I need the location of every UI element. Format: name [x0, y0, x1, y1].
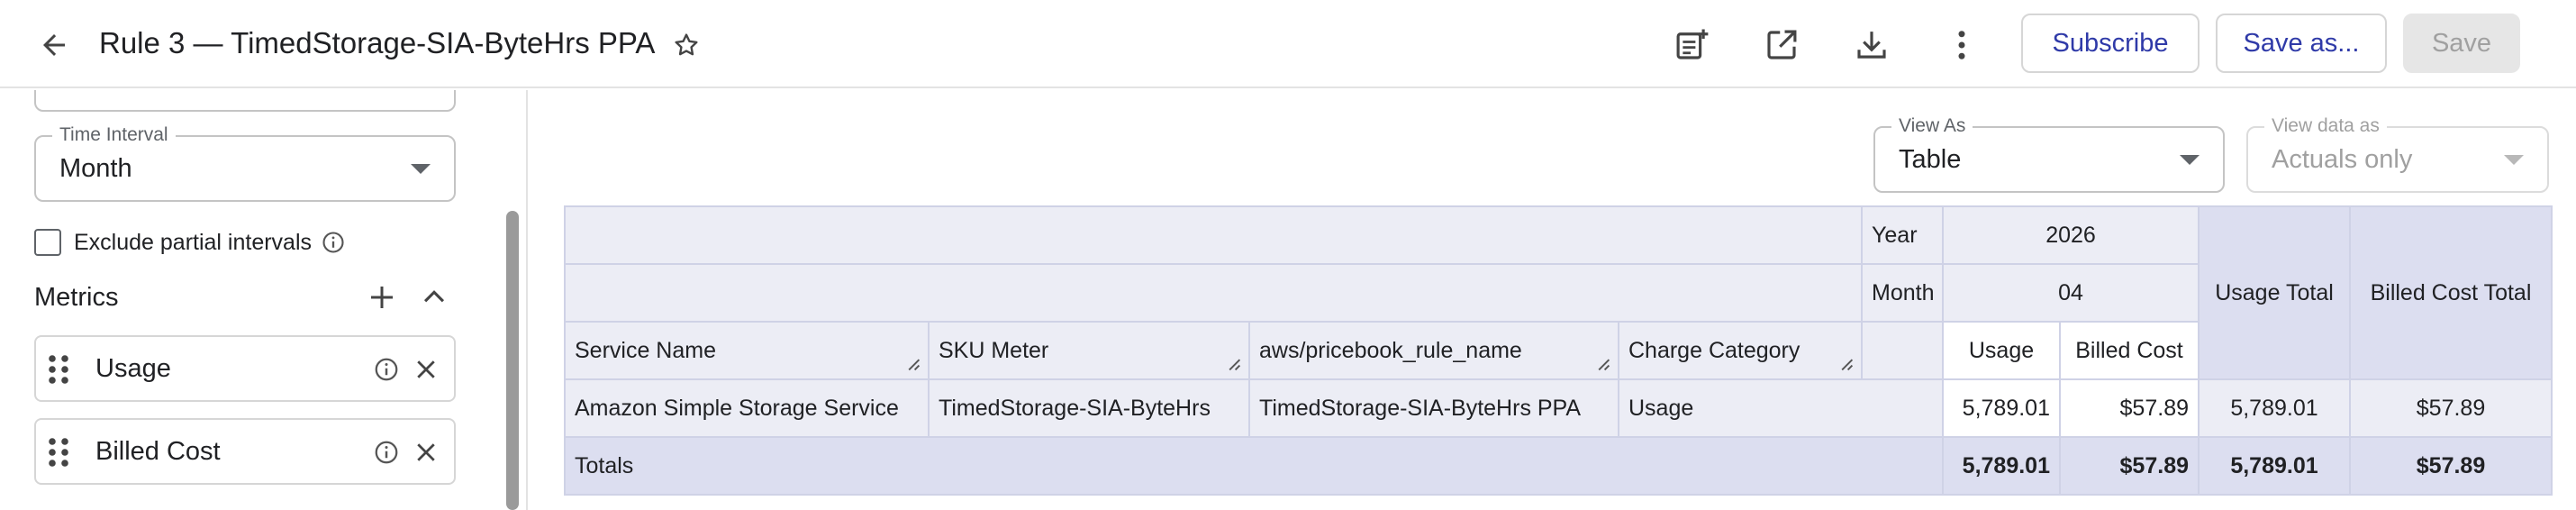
year-label: Year [1861, 205, 1944, 265]
column-header-charge-category[interactable]: Charge Category [1618, 321, 1863, 380]
drag-handle-icon[interactable] [47, 353, 70, 386]
column-header-label: aws/pricebook_rule_name [1259, 337, 1522, 363]
column-header-label: Charge Category [1628, 337, 1800, 363]
total-billed-cost-total: $57.89 [2349, 436, 2553, 496]
metric-header-usage: Usage [1942, 321, 2061, 380]
metrics-title: Metrics [34, 283, 119, 312]
chevron-up-icon [423, 290, 445, 303]
time-interval-select[interactable]: Time Interval Month [34, 124, 456, 202]
totals-row: Totals 5,789.01 $57.89 5,789.01 $57.89 [564, 436, 2553, 496]
add-metric-button[interactable] [360, 276, 404, 319]
favorite-button[interactable] [667, 25, 706, 65]
note-add-icon [1676, 29, 1709, 59]
cell-charge-category: Usage [1618, 378, 1944, 438]
pivot-table: Year 2026 Usage Total Billed Cost Total … [564, 205, 2553, 496]
totals-label: Totals [564, 436, 1944, 496]
info-icon[interactable] [321, 230, 346, 255]
total-billed-cost: $57.89 [2059, 436, 2200, 496]
page-title: Rule 3 — TimedStorage-SIA-ByteHrs PPA [99, 26, 656, 59]
metric-label: Usage [95, 353, 171, 383]
arrow-left-icon [43, 34, 65, 56]
more-options-button[interactable] [1937, 20, 1987, 70]
panel-scrollbar[interactable] [506, 211, 519, 510]
download-icon [1857, 32, 1886, 59]
open-in-new-icon [1767, 30, 1797, 59]
info-icon[interactable] [371, 354, 402, 385]
resize-grip-icon[interactable] [1227, 357, 1241, 371]
cell-usage: 5,789.01 [1942, 378, 2061, 438]
view-as-select[interactable]: View As Table [1873, 115, 2225, 193]
more-vert-icon [1958, 31, 1965, 59]
cell-service-name: Amazon Simple Storage Service [564, 378, 930, 438]
header-blank [564, 263, 1863, 323]
exclude-partial-label: Exclude partial intervals [74, 229, 313, 255]
star-outline-icon [675, 33, 698, 56]
month-label: Month [1861, 263, 1944, 323]
header-blank [1861, 321, 1944, 380]
billed-cost-total-header: Billed Cost Total [2349, 205, 2553, 380]
previous-field[interactable] [34, 90, 456, 112]
resize-grip-icon[interactable] [1596, 357, 1610, 371]
subscribe-button[interactable]: Subscribe [2021, 14, 2200, 73]
exclude-partial-checkbox[interactable] [34, 229, 61, 256]
resize-grip-icon[interactable] [1839, 357, 1854, 371]
cell-usage-total: 5,789.01 [2198, 378, 2351, 438]
caret-down-icon [2180, 155, 2200, 165]
resize-grip-icon[interactable] [906, 357, 921, 371]
open-in-new-button[interactable] [1756, 20, 1807, 70]
view-data-as-value: Actuals only [2272, 144, 2413, 174]
close-icon[interactable] [411, 437, 441, 468]
cell-billed-cost: $57.89 [2059, 378, 2200, 438]
column-header-sku-meter[interactable]: SKU Meter [928, 321, 1250, 380]
cell-sku-meter: TimedStorage-SIA-ByteHrs [928, 378, 1250, 438]
save-button[interactable]: Save [2403, 14, 2520, 73]
year-value: 2026 [1942, 205, 2200, 265]
cell-billed-cost-total: $57.89 [2349, 378, 2553, 438]
drag-handle-icon[interactable] [47, 436, 70, 469]
column-header-service-name[interactable]: Service Name [564, 321, 930, 380]
plus-icon [371, 287, 393, 308]
add-to-report-button[interactable] [1666, 20, 1717, 70]
back-button[interactable] [31, 22, 77, 68]
column-header-label: Service Name [575, 337, 716, 363]
caret-down-icon [411, 164, 431, 174]
metric-item-billed-cost[interactable]: Billed Cost [34, 418, 456, 485]
usage-total-header: Usage Total [2198, 205, 2351, 380]
column-header-rule-name[interactable]: aws/pricebook_rule_name [1248, 321, 1619, 380]
settings-panel: Time Interval Month Exclude partial inte… [0, 90, 526, 510]
total-usage-total: 5,789.01 [2198, 436, 2351, 496]
view-data-as-select[interactable]: View data as Actuals only [2246, 115, 2549, 193]
app-header: Rule 3 — TimedStorage-SIA-ByteHrs PPA Su… [0, 0, 2576, 88]
info-icon[interactable] [371, 437, 402, 468]
metric-item-usage[interactable]: Usage [34, 335, 456, 402]
cell-rule-name: TimedStorage-SIA-ByteHrs PPA [1248, 378, 1619, 438]
total-usage: 5,789.01 [1942, 436, 2061, 496]
header-blank [564, 205, 1863, 265]
close-icon[interactable] [411, 354, 441, 385]
column-header-label: SKU Meter [939, 337, 1049, 363]
metric-label: Billed Cost [95, 436, 221, 466]
save-as-button[interactable]: Save as... [2216, 14, 2387, 73]
collapse-metrics-button[interactable] [413, 276, 456, 319]
exclude-partial-row: Exclude partial intervals [34, 227, 346, 258]
view-as-value: Table [1899, 144, 1962, 174]
metric-header-billed-cost: Billed Cost [2059, 321, 2200, 380]
month-value: 04 [1942, 263, 2200, 323]
panel-divider [526, 90, 528, 510]
caret-down-icon [2504, 155, 2524, 165]
time-interval-value: Month [59, 153, 132, 183]
table-row: Amazon Simple Storage Service TimedStora… [564, 378, 2553, 438]
download-button[interactable] [1846, 20, 1897, 70]
